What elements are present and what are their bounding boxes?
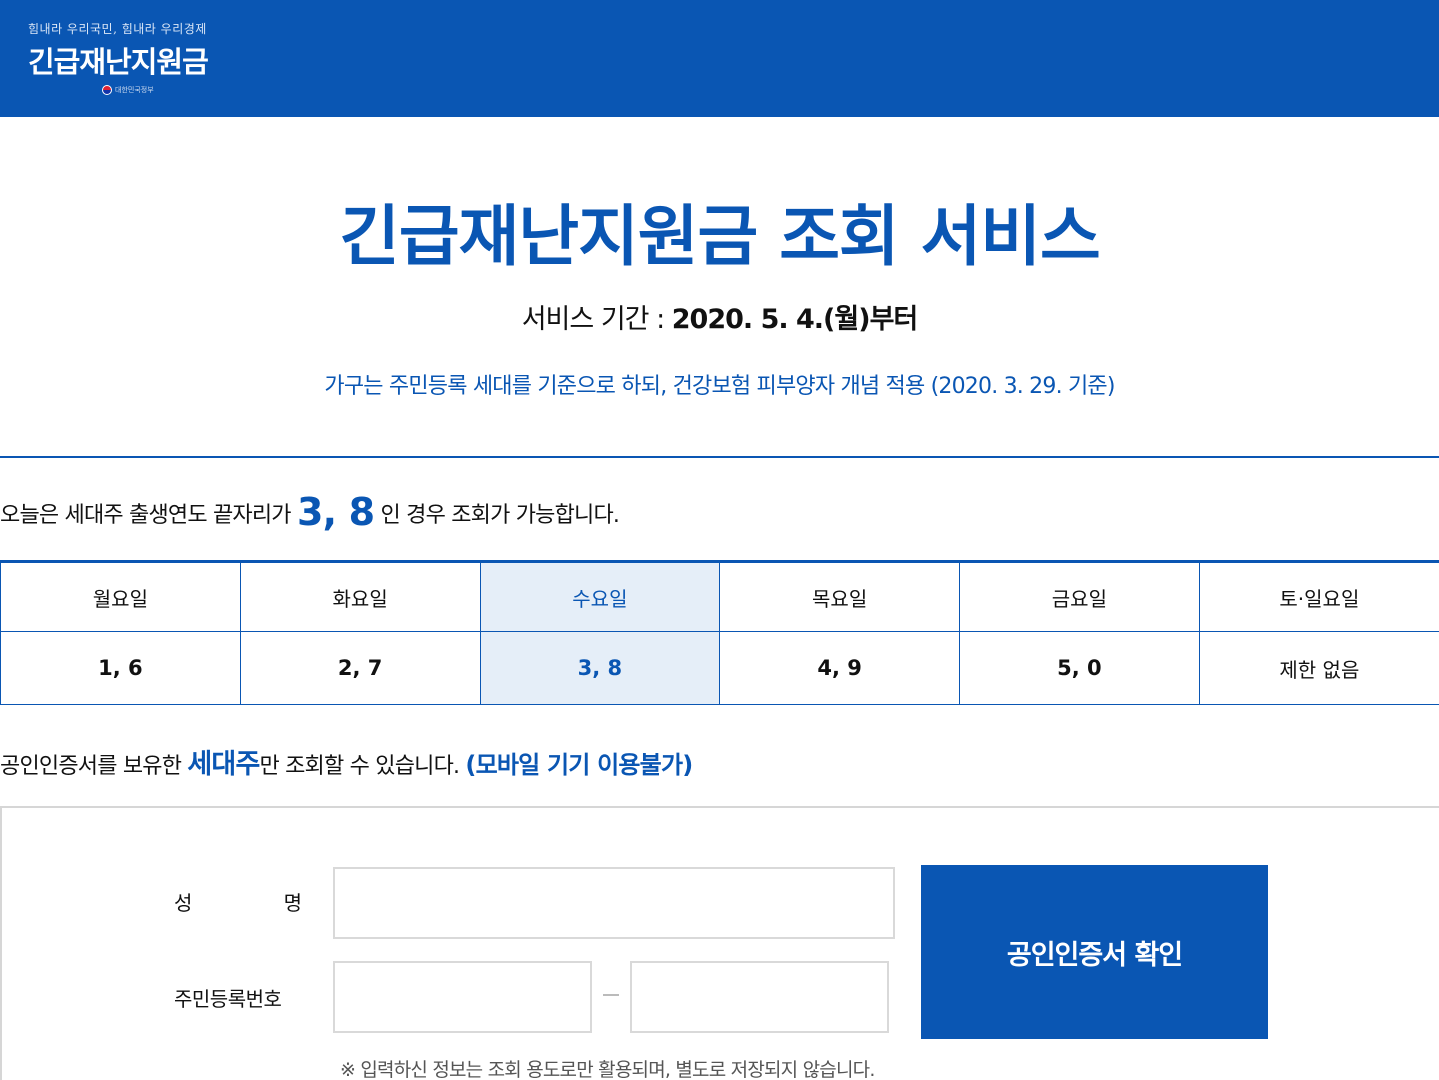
top-header: 힘내라 우리국민, 힘내라 우리경제 긴급재난지원금 대한민국정부	[0, 0, 1439, 117]
rrn-label: 주민등록번호	[174, 987, 282, 1011]
ministry-mark: 대한민국정부	[102, 85, 208, 95]
today-eligibility: 오늘은 세대주 출생연도 끝자리가 3, 8 인 경우 조회가 가능합니다.	[0, 490, 620, 534]
cert-note-middle: 만 조회할 수 있습니다.	[259, 754, 466, 779]
service-period: 서비스 기간 : 2020. 5. 4.(월)부터	[0, 297, 1439, 336]
cert-note-prefix: 공인인증서를 보유한	[0, 754, 188, 779]
privacy-note: ※ 입력하신 정보는 조회 용도로만 활용되며, 별도로 저장되지 않습니다.	[340, 1059, 875, 1080]
ministry-name: 대한민국정부	[115, 86, 154, 94]
today-suffix: 인 경우 조회가 가능합니다.	[374, 503, 620, 528]
mobile-unavailable-note: (모바일 기기 이용불가)	[465, 751, 693, 779]
page-title: 긴급재난지원금 조회 서비스	[339, 198, 1101, 275]
day-cell-tue: 화요일	[239, 561, 481, 632]
schedule-digit-row: 1, 6 2, 7 3, 8 4, 9 5, 0 제한 없음	[0, 631, 1439, 705]
weekday-schedule-table: 월요일 화요일 수요일 목요일 금요일 토·일요일 1, 6 2, 7 3, 8…	[0, 560, 1439, 705]
name-label-second: 명	[283, 891, 302, 915]
household-criteria-note: 가구는 주민등록 세대를 기준으로 하되, 건강보험 피부양자 개념 적용 (2…	[324, 374, 1115, 399]
certificate-confirm-button[interactable]: 공인인증서 확인	[921, 865, 1268, 1039]
day-cell-wed: 수요일	[479, 561, 721, 632]
digit-cell-fri: 5, 0	[959, 631, 1200, 705]
name-label-first: 성	[174, 891, 193, 915]
digit-cell-wed: 3, 8	[479, 631, 721, 705]
day-cell-fri: 금요일	[959, 561, 1200, 632]
section-divider	[0, 456, 1439, 458]
digit-cell-thu: 4, 9	[719, 631, 960, 705]
today-digits: 3, 8	[296, 490, 375, 534]
schedule-day-row: 월요일 화요일 수요일 목요일 금요일 토·일요일	[0, 561, 1439, 632]
logo-slogan: 힘내라 우리국민, 힘내라 우리경제	[28, 22, 207, 36]
digit-cell-mon: 1, 6	[0, 631, 241, 705]
name-input[interactable]	[333, 867, 895, 939]
digit-cell-weekend: 제한 없음	[1198, 631, 1439, 705]
logo-title: 긴급재난지원금	[28, 45, 209, 79]
rrn-separator	[603, 994, 619, 996]
digit-cell-tue: 2, 7	[239, 631, 481, 705]
cert-note-highlight: 세대주	[187, 749, 260, 780]
day-cell-weekend: 토·일요일	[1198, 561, 1439, 632]
rrn-back-input[interactable]	[630, 961, 889, 1033]
certificate-requirement-note: 공인인증서를 보유한 세대주만 조회할 수 있습니다. (모바일 기기 이용불가…	[0, 742, 693, 781]
day-cell-mon: 월요일	[0, 561, 241, 632]
rrn-front-input[interactable]	[333, 961, 592, 1033]
day-cell-thu: 목요일	[719, 561, 960, 632]
name-label: 성 명	[174, 887, 302, 916]
taegeuk-emblem-icon	[102, 85, 112, 95]
service-period-label: 서비스 기간 :	[521, 304, 672, 335]
site-logo[interactable]: 힘내라 우리국민, 힘내라 우리경제 긴급재난지원금 대한민국정부	[28, 20, 209, 95]
today-prefix: 오늘은 세대주 출생연도 끝자리가	[0, 503, 297, 528]
service-period-value: 2020. 5. 4.(월)부터	[671, 304, 918, 335]
